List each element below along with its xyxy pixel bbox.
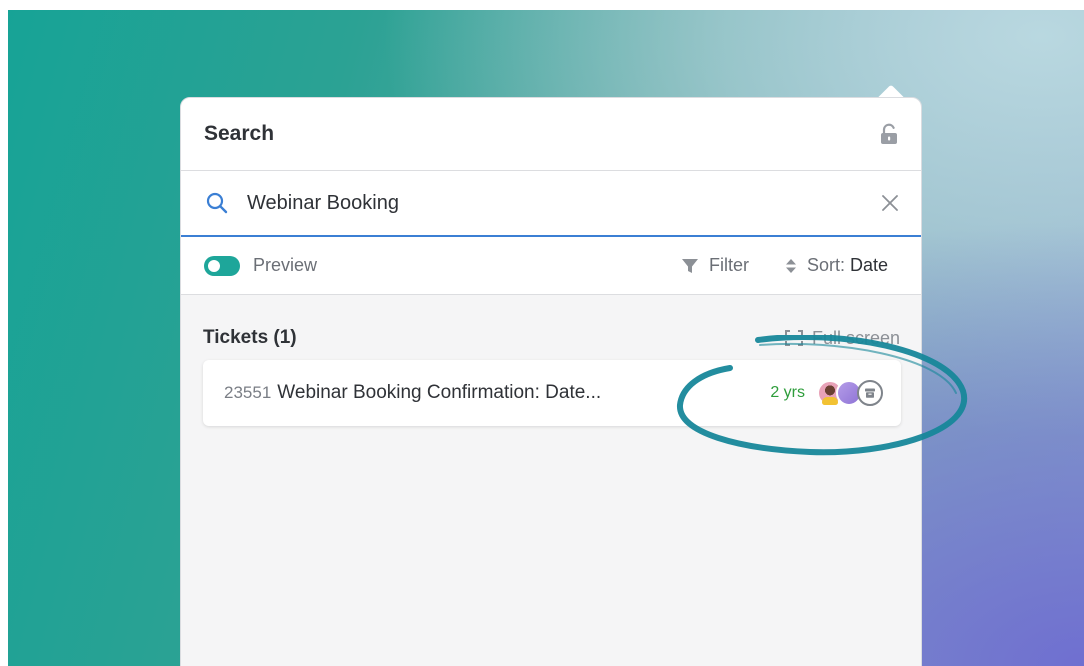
panel-title: Search bbox=[204, 122, 275, 145]
search-icon bbox=[206, 192, 228, 214]
search-input[interactable]: Webinar Booking bbox=[247, 192, 881, 215]
preview-toggle[interactable] bbox=[204, 255, 240, 276]
unlock-icon[interactable] bbox=[879, 123, 899, 145]
sort-icon bbox=[785, 258, 796, 273]
filter-button[interactable]: Filter bbox=[681, 255, 749, 276]
ticket-id: 23551 bbox=[224, 383, 272, 402]
fullscreen-label: Full screen bbox=[811, 327, 900, 348]
panel-header: Search bbox=[181, 98, 921, 171]
archive-icon bbox=[857, 380, 883, 406]
sort-label: Sort: bbox=[806, 255, 845, 275]
filter-label: Filter bbox=[708, 255, 749, 275]
search-bar: Webinar Booking bbox=[181, 171, 921, 237]
ticket-row[interactable]: 23551 Webinar Booking Confirmation: Date… bbox=[203, 360, 901, 426]
ticket-age: 2 yrs bbox=[770, 384, 805, 401]
filter-icon bbox=[681, 258, 698, 273]
section-title: Tickets (1) bbox=[203, 327, 297, 348]
ticket-title: Webinar Booking Confirmation: Date... bbox=[277, 382, 602, 403]
close-icon[interactable] bbox=[881, 194, 899, 212]
search-panel: Search Webinar Booking Preview Filter So… bbox=[180, 97, 922, 666]
results-toolbar: Preview Filter Sort: Date bbox=[181, 237, 921, 295]
fullscreen-button[interactable]: Full screen bbox=[784, 328, 900, 349]
expand-icon bbox=[784, 330, 803, 346]
sort-value: Date bbox=[849, 255, 888, 275]
results-area: Tickets (1) Full screen 23551 Webinar Bo… bbox=[181, 295, 921, 666]
sort-button[interactable]: Sort: Date bbox=[785, 255, 888, 276]
preview-label: Preview bbox=[253, 255, 318, 275]
ticket-participants bbox=[817, 380, 883, 406]
